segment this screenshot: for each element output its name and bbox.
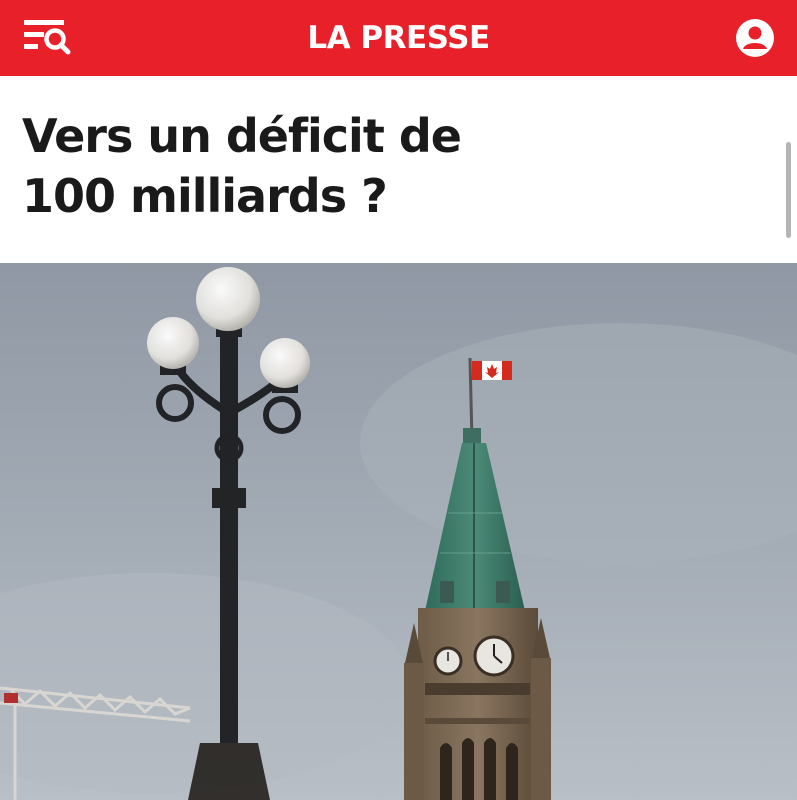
article-title-line-1: Vers un déficit de bbox=[22, 109, 462, 163]
article-title-line-2: 100 milliards ? bbox=[22, 169, 388, 223]
article-title: Vers un déficit de 100 milliards ? bbox=[22, 106, 642, 226]
hero-photo-illustration bbox=[0, 263, 797, 800]
account-icon[interactable] bbox=[735, 18, 775, 58]
menu-search-icon[interactable] bbox=[22, 16, 72, 58]
hero-image bbox=[0, 263, 797, 800]
brand-logo[interactable]: LA PRESSE bbox=[307, 20, 490, 56]
top-navigation-bar: LA PRESSE bbox=[0, 0, 797, 76]
article-header: Vers un déficit de 100 milliards ? bbox=[0, 76, 797, 263]
scrollbar-thumb[interactable] bbox=[786, 142, 791, 238]
